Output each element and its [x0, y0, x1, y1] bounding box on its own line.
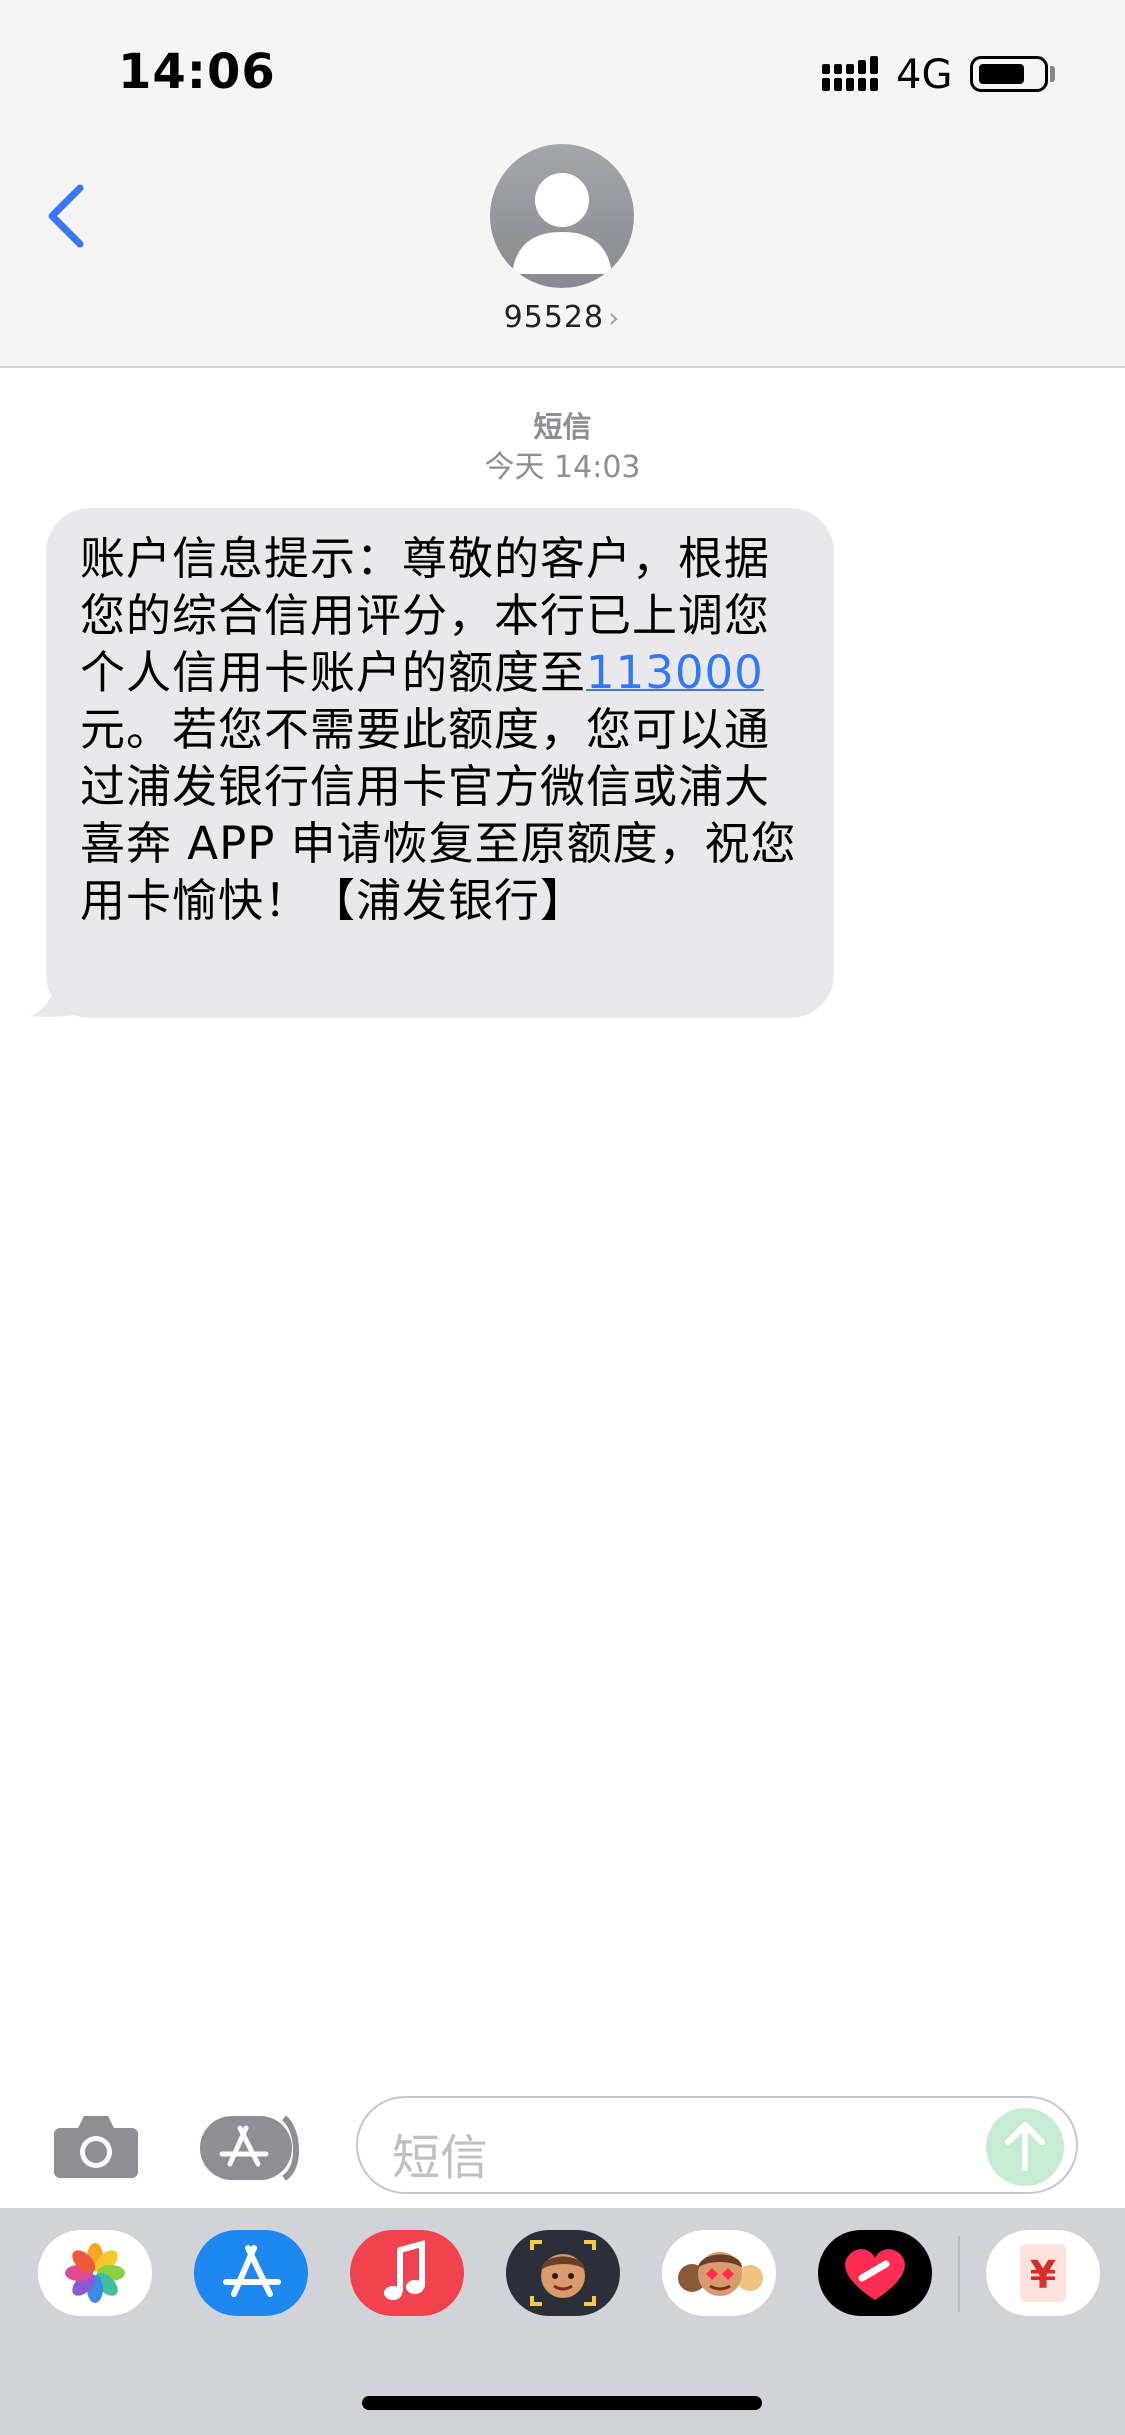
- memoji-face-icon: [530, 2240, 596, 2306]
- app-store-app-icon[interactable]: [194, 2230, 308, 2316]
- chevron-right-icon: ›: [608, 301, 621, 334]
- send-arrow-icon[interactable]: [986, 2108, 1064, 2186]
- status-time: 14:06: [118, 44, 276, 100]
- home-indicator[interactable]: [362, 2396, 762, 2410]
- message-timestamp: 今天 14:03: [484, 450, 641, 485]
- camera-icon[interactable]: [52, 2112, 140, 2180]
- music-note-icon: [384, 2240, 425, 2300]
- contact-number: 95528: [503, 300, 605, 335]
- heart-icon: [845, 2249, 905, 2300]
- app-store-icon[interactable]: [200, 2112, 308, 2184]
- digital-touch-app-icon[interactable]: [818, 2230, 932, 2316]
- yuan-card-icon: ¥: [1020, 2244, 1066, 2302]
- photos-flower-icon: [65, 2243, 125, 2303]
- network-type: 4G: [896, 52, 953, 98]
- contact-avatar-icon[interactable]: [490, 144, 634, 288]
- message-text-after: 元。若您不需要此额度，您可以通过浦发银行信用卡官方微信或浦大喜奔 APP 申请恢…: [80, 703, 797, 927]
- person-silhouette-icon: [512, 173, 612, 274]
- amount-link[interactable]: 113000: [586, 646, 764, 699]
- drawer-divider: [958, 2236, 960, 2312]
- contact-name[interactable]: 95528 ›: [462, 300, 662, 335]
- back-chevron-icon[interactable]: [42, 180, 92, 252]
- memoji-stickers-app-icon[interactable]: [662, 2230, 776, 2316]
- service-label: 短信: [533, 410, 592, 444]
- music-app-icon[interactable]: [350, 2230, 464, 2316]
- memoji-stickers-icon: [678, 2252, 763, 2296]
- cellular-signal-icon: [822, 56, 878, 91]
- yuan-app-icon[interactable]: ¥: [986, 2230, 1100, 2316]
- battery-icon: [970, 56, 1048, 92]
- battery-level: [979, 64, 1024, 84]
- message-input-placeholder: 短信: [392, 2130, 489, 2186]
- photos-app-icon[interactable]: [38, 2230, 152, 2316]
- app-store-a-icon: [223, 2245, 281, 2297]
- battery-cap: [1050, 66, 1055, 82]
- message-text: 账户信息提示：尊敬的客户，根据您的综合信用评分，本行已上调您个人信用卡账户的额度…: [80, 530, 800, 929]
- memoji-camera-app-icon[interactable]: [506, 2230, 620, 2316]
- yuan-glyph: ¥: [1030, 2253, 1056, 2297]
